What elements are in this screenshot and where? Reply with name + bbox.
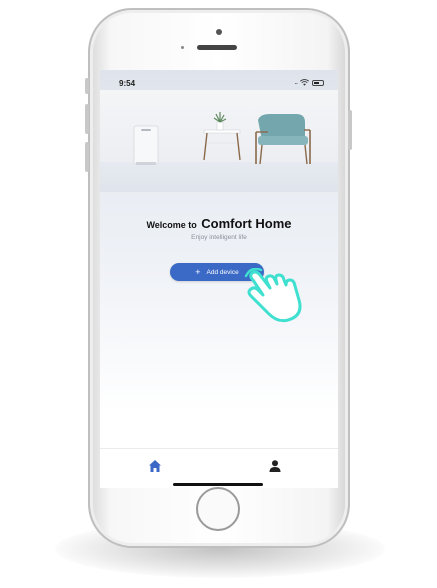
sensor-dot [181,46,184,49]
battery-icon [312,79,324,86]
add-device-label: Add device [206,268,239,276]
phone-home-button[interactable] [196,487,240,531]
person-icon[interactable] [268,459,282,473]
side-button [85,104,89,134]
status-bar: 9:54 .... [100,70,338,92]
status-time: 9:54 [119,79,136,88]
earpiece-speaker [197,45,237,50]
front-camera [216,29,222,35]
welcome-prefix: Welcome to [146,220,197,230]
hero-illustration [100,90,338,192]
status-icons: .... [294,79,324,86]
wifi-icon [300,79,309,86]
signal-dots: .... [294,79,298,86]
room-illustration [133,112,311,165]
side-button [348,110,352,150]
hand-tap-icon [244,268,302,323]
welcome-subtitle: Enjoy intelligent life [191,234,247,241]
home-indicator [173,483,263,486]
welcome-heading: Welcome to Comfort Home [100,215,338,233]
plus-icon: + [195,266,201,277]
home-icon[interactable] [148,459,162,473]
side-button [85,78,89,94]
bottom-tab-bar [100,448,338,488]
brand-name: Comfort Home [201,216,292,231]
side-button [85,142,89,172]
